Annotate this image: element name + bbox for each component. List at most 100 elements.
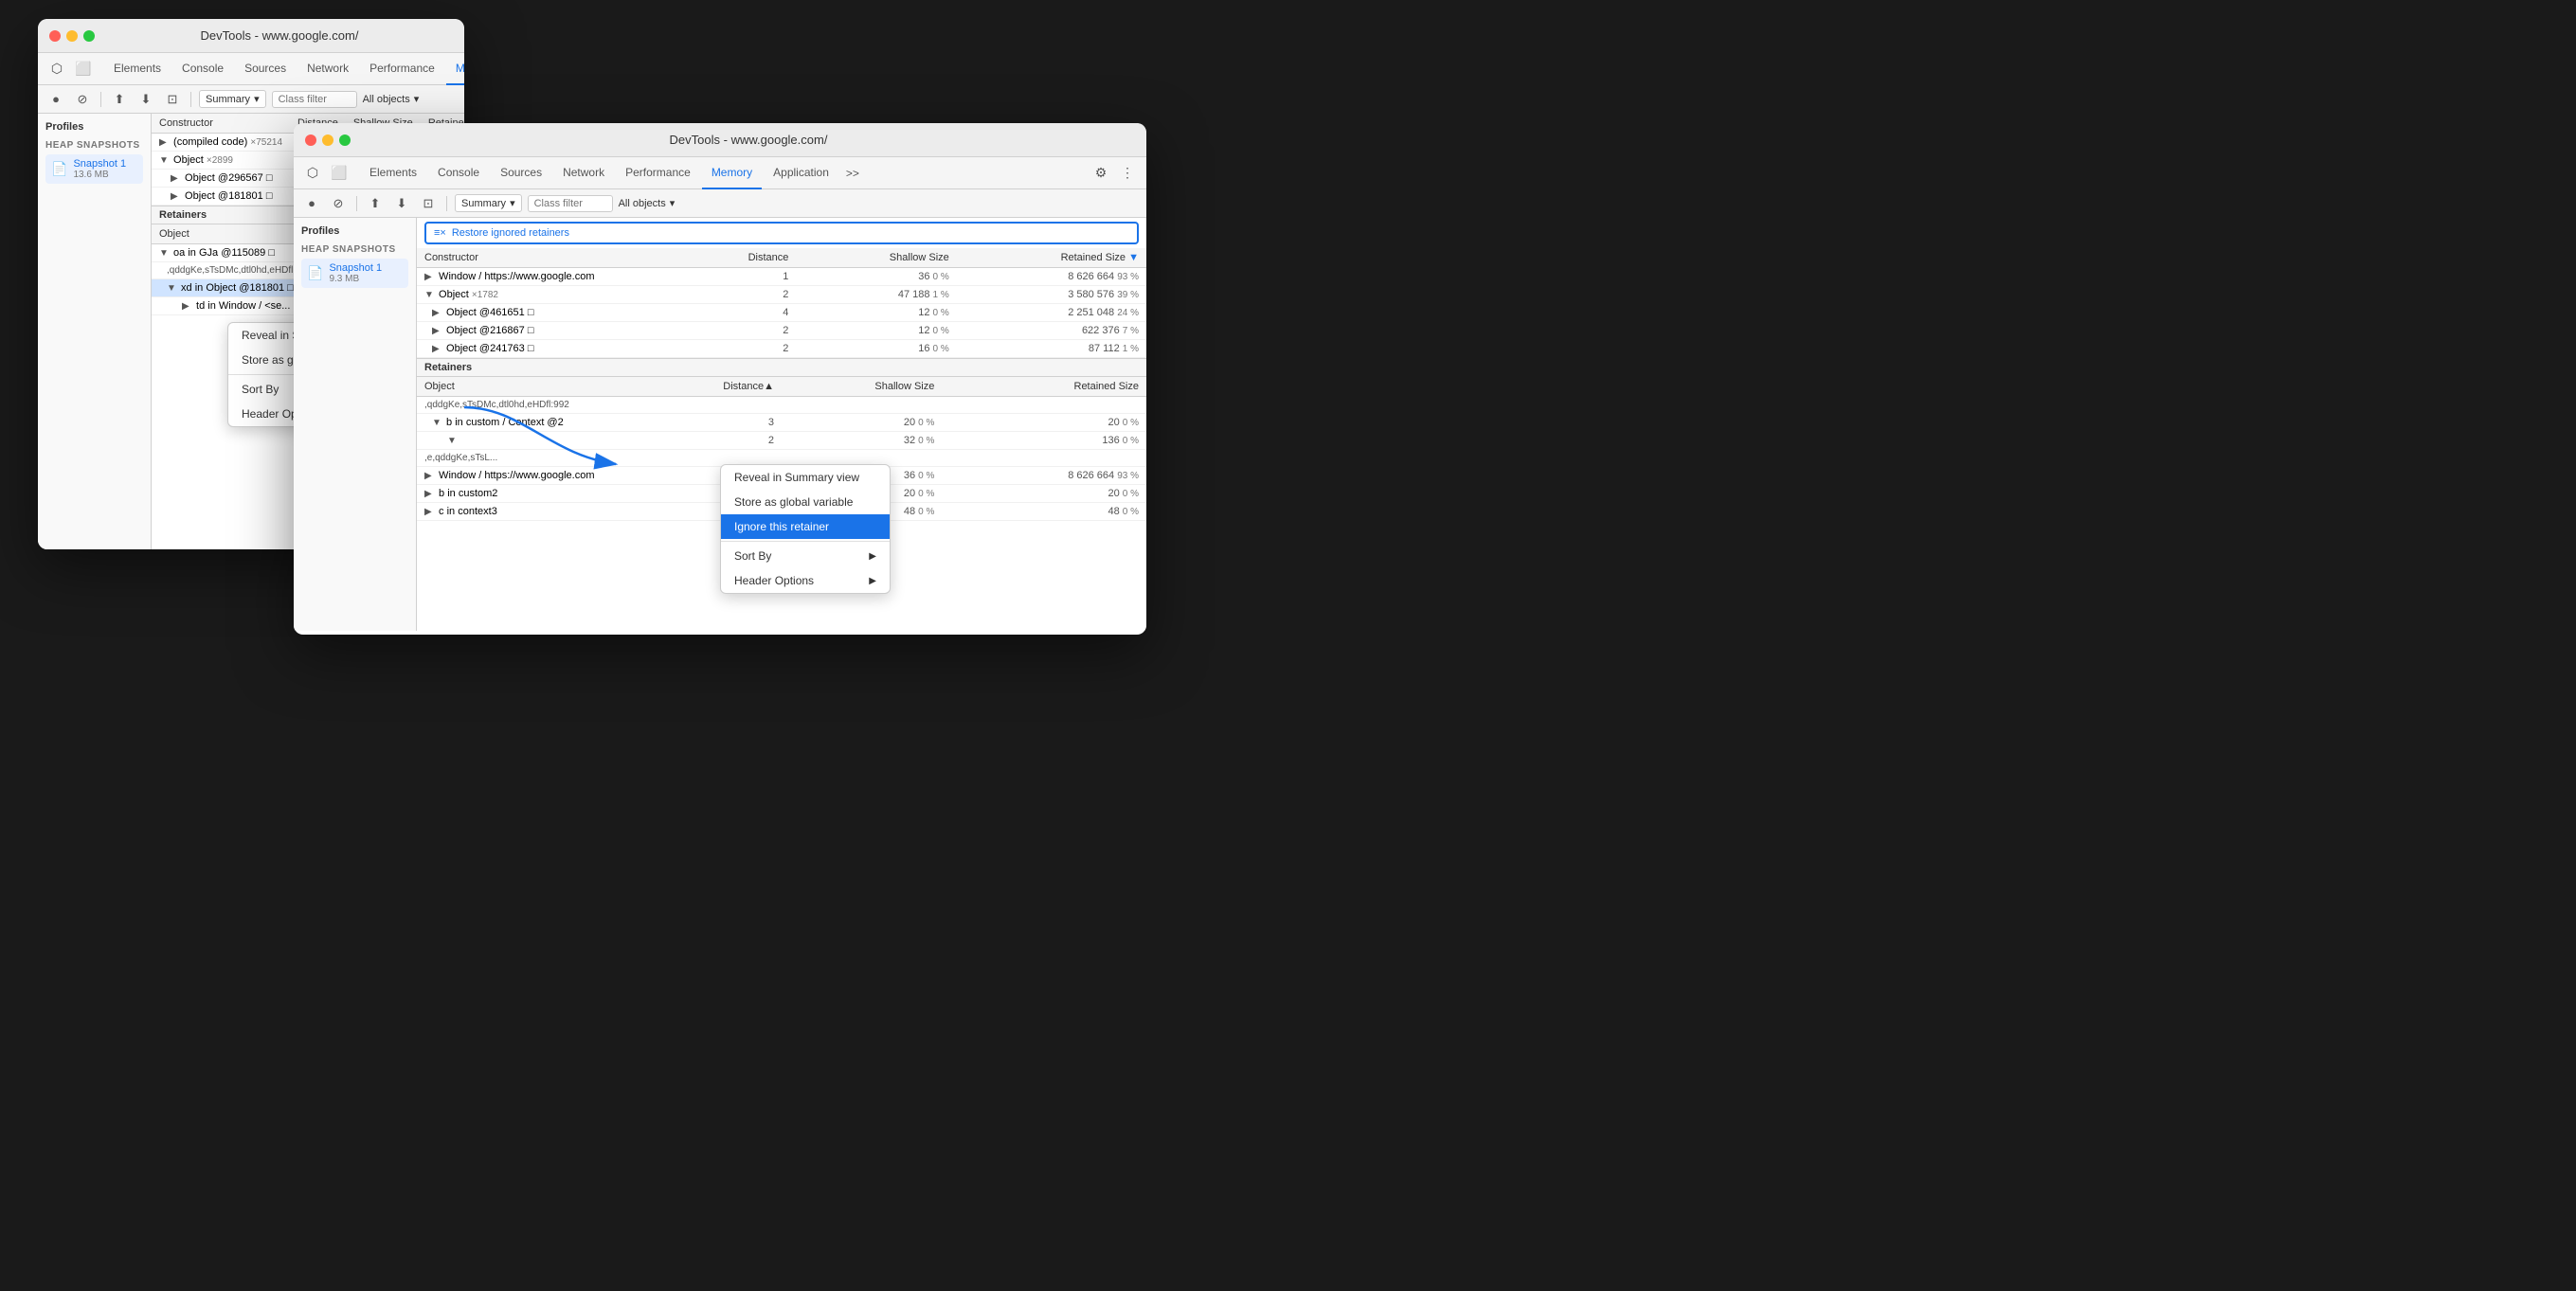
tab-performance-1[interactable]: Performance [360,53,444,85]
table-row[interactable]: ▶ Object @216867 □ 2 12 0 % 622 376 7 % [417,322,1146,340]
heap-section-1: HEAP SNAPSHOTS [45,140,143,151]
clear-btn-2[interactable]: ⊘ [328,193,349,214]
toolbar-1: ● ⊘ ⬆ ⬇ ⊡ Summary ▾ All objects ▾ [38,85,464,114]
table-row[interactable]: ▼ b in custom / Context @2 3 20 0 % 20 0… [417,414,1146,432]
all-objects-1[interactable]: All objects ▾ [363,93,420,105]
minimize-button-1[interactable] [66,30,78,42]
th-constructor-2[interactable]: Constructor [417,248,723,268]
tab-memory-2[interactable]: Memory [702,157,762,189]
tab-console-1[interactable]: Console [172,53,233,85]
traffic-lights-1 [49,30,95,42]
download-btn-1[interactable]: ⬇ [135,89,156,110]
titlebar-1: DevTools - www.google.com/ [38,19,464,53]
retainers-header-2: Retainers [417,358,1146,377]
summary-select-2[interactable]: Summary ▾ [455,194,522,212]
nav-settings-2: ⚙ ⋮ [1090,162,1139,185]
summary-select-1[interactable]: Summary ▾ [199,90,266,108]
tab-elements-2[interactable]: Elements [360,157,426,189]
titlebar-2: DevTools - www.google.com/ [294,123,1146,157]
th-ret-object-2[interactable]: Object [417,377,694,397]
tab-application-2[interactable]: Application [764,157,838,189]
minimize-button-2[interactable] [322,134,333,146]
th-ret-shallow-2[interactable]: Shallow Size [782,377,942,397]
all-objects-2[interactable]: All objects ▾ [619,197,676,209]
maximize-button-1[interactable] [83,30,95,42]
clear-btn-1[interactable]: ⊘ [72,89,93,110]
upload-btn-2[interactable]: ⬆ [365,193,386,214]
window-title-2: DevTools - www.google.com/ [362,133,1135,147]
class-filter-2[interactable] [528,195,613,212]
snapshot-size-2: 9.3 MB [329,274,382,284]
summary-arrow-1: ▾ [254,93,260,105]
th-ret-retained-2[interactable]: Retained Size [942,377,1146,397]
maximize-button-2[interactable] [339,134,351,146]
th-distance-2[interactable]: Distance [723,248,796,268]
tab-console-2[interactable]: Console [428,157,489,189]
objects-arrow-2: ▾ [670,197,676,209]
table-row[interactable]: ▼ 2 32 0 % 136 0 % [417,432,1146,450]
table-row[interactable]: ,qddgKe,sTsDMc,dtl0hd,eHDfl:992 [417,397,1146,414]
more-icon-2[interactable]: ⋮ [1116,162,1139,185]
close-button-1[interactable] [49,30,61,42]
sidebar-2: Profiles HEAP SNAPSHOTS 📄 Snapshot 1 9.3… [294,218,417,631]
device-icon[interactable]: ⬜ [72,58,95,81]
settings-icon-2[interactable]: ⚙ [1090,162,1112,185]
context-header-2[interactable]: Header Options ▶ [721,568,890,593]
record-btn-1[interactable]: ● [45,89,66,110]
tab-performance-2[interactable]: Performance [616,157,700,189]
tab-network-1[interactable]: Network [297,53,358,85]
table-row[interactable]: ▼ Object ×1782 2 47 188 1 % 3 580 576 39… [417,286,1146,304]
context-ignore-2[interactable]: Ignore this retainer [721,514,890,539]
th-constructor-1[interactable]: Constructor [152,114,290,134]
th-ret-dist-2[interactable]: Distance▲ [694,377,782,397]
objects-arrow-1: ▾ [414,93,420,105]
devtools-window-2: DevTools - www.google.com/ ⬡ ⬜ Elements … [294,123,1146,635]
table-row[interactable]: ▶ Window / https://www.google.com 1 36 0… [417,268,1146,286]
context-reveal-2[interactable]: Reveal in Summary view [721,465,890,490]
th-retained-2[interactable]: Retained Size ▼ [957,248,1146,268]
context-sortby-2[interactable]: Sort By ▶ [721,544,890,568]
close-button-2[interactable] [305,134,316,146]
nav-icons-2: ⬡ ⬜ [301,162,351,185]
screenshot-btn-1[interactable]: ⊡ [162,89,183,110]
nav-icons-1: ⬡ ⬜ [45,58,95,81]
snapshot-icon-2: 📄 [307,265,323,281]
snapshot-size-1: 13.6 MB [73,170,126,180]
tab-elements-1[interactable]: Elements [104,53,171,85]
restore-icon: ≡× [434,227,446,239]
download-btn-2[interactable]: ⬇ [391,193,412,214]
device-icon-2[interactable]: ⬜ [328,162,351,185]
summary-label-1: Summary [206,94,250,105]
inspect-icon[interactable]: ⬡ [45,58,68,81]
snapshot-icon-1: 📄 [51,161,67,177]
table-row[interactable]: ▶ Object @241763 □ 2 16 0 % 87 112 1 % [417,340,1146,358]
table-row[interactable]: ▶ Object @461651 □ 4 12 0 % 2 251 048 24… [417,304,1146,322]
summary-arrow-2: ▾ [510,197,515,209]
inspect-icon-2[interactable]: ⬡ [301,162,324,185]
context-global-2[interactable]: Store as global variable [721,490,890,514]
sidebar-1: Profiles HEAP SNAPSHOTS 📄 Snapshot 1 13.… [38,114,152,549]
nav-tabs-2: ⬡ ⬜ Elements Console Sources Network Per… [294,157,1146,189]
window-title-1: DevTools - www.google.com/ [106,28,453,43]
tab-memory-1[interactable]: Memory [446,53,464,85]
traffic-lights-2 [305,134,351,146]
class-filter-1[interactable] [272,91,357,108]
snapshot-name-2: Snapshot 1 [329,262,382,274]
screenshot-btn-2[interactable]: ⊡ [418,193,439,214]
tab-network-2[interactable]: Network [553,157,614,189]
tab-sources-1[interactable]: Sources [235,53,296,85]
constructor-table-2: Constructor Distance Shallow Size Retain… [417,248,1146,358]
profiles-title-2: Profiles [301,225,408,237]
toolbar-2: ● ⊘ ⬆ ⬇ ⊡ Summary ▾ All objects ▾ [294,189,1146,218]
restore-label: Restore ignored retainers [452,227,569,239]
record-btn-2[interactable]: ● [301,193,322,214]
tab-sources-2[interactable]: Sources [491,157,551,189]
snapshot-item-1[interactable]: 📄 Snapshot 1 13.6 MB [45,154,143,184]
snapshot-name-1: Snapshot 1 [73,158,126,170]
snapshot-item-2[interactable]: 📄 Snapshot 1 9.3 MB [301,259,408,288]
upload-btn-1[interactable]: ⬆ [109,89,130,110]
th-shallow-2[interactable]: Shallow Size [796,248,956,268]
restore-retainers-bar[interactable]: ≡× Restore ignored retainers [424,222,1139,244]
more-tabs-2[interactable]: >> [840,167,865,180]
sep-2 [190,92,191,107]
